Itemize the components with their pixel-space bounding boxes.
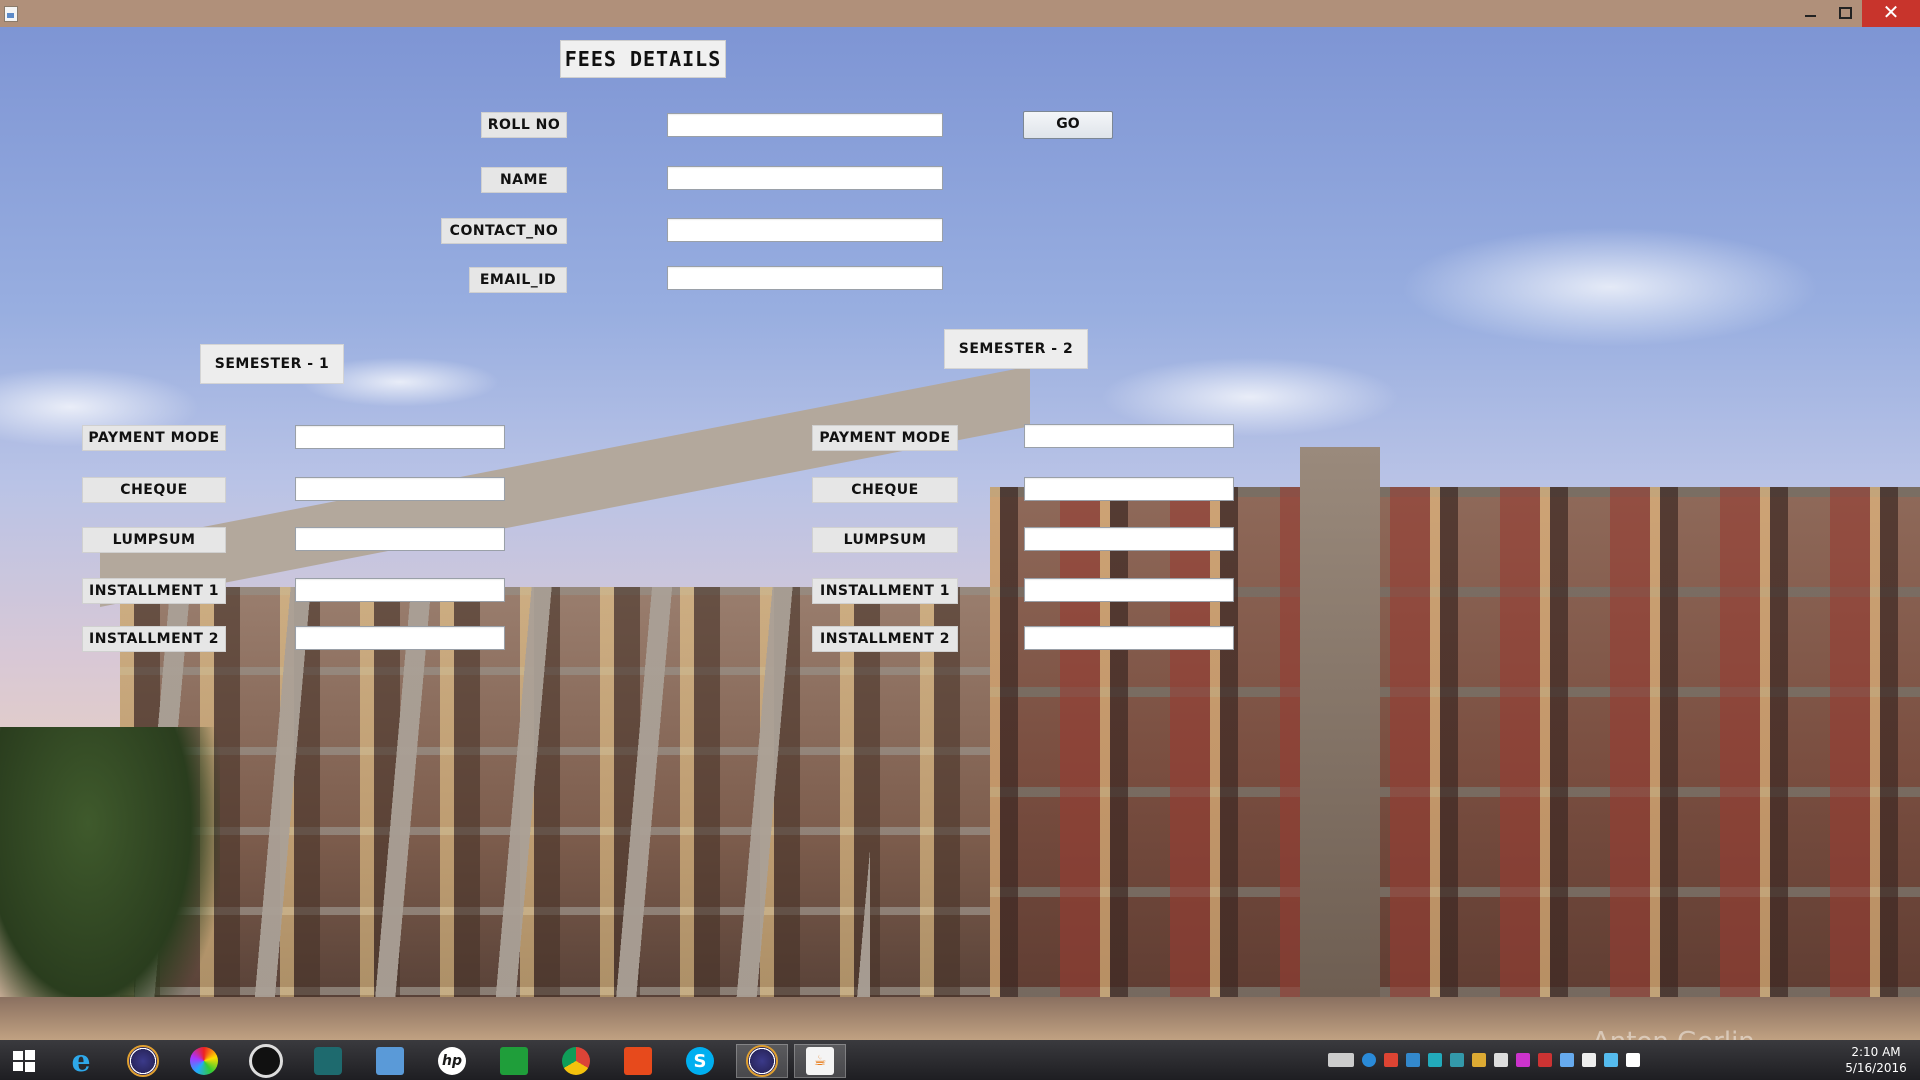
store-icon [500,1047,528,1075]
close-icon: ✕ [1882,0,1900,24]
tray-app-icon[interactable] [1384,1053,1398,1067]
building-pillars [110,587,870,1040]
network-icon[interactable] [1604,1053,1618,1067]
roll-no-label: ROLL NO [481,112,567,138]
taskbar-eclipse-2[interactable] [736,1044,788,1078]
taskbar-video[interactable] [302,1044,354,1078]
sem1-installment-2-label: INSTALLMENT 2 [82,626,226,652]
sem1-installment-1-input[interactable] [295,578,505,602]
taskbar-ie[interactable]: e [55,1043,107,1079]
sem1-installment-1-label: INSTALLMENT 1 [82,578,226,604]
window-title-bar: ✕ [0,0,1920,27]
sem2-cheque-input[interactable] [1024,477,1234,501]
sem1-installment-2-input[interactable] [295,626,505,650]
taskbar-hp[interactable]: hp [426,1044,478,1078]
video-camera-icon [314,1047,342,1075]
sem1-payment-mode-input[interactable] [295,425,505,449]
sem1-cheque-input[interactable] [295,477,505,501]
system-tray [1328,1046,1640,1074]
windows-start-icon [13,1050,35,1072]
chrome-icon [562,1047,590,1075]
taskbar-office[interactable] [612,1044,664,1078]
tray-app-icon[interactable] [1560,1053,1574,1067]
sem1-cheque-label: CHEQUE [82,477,226,503]
clock-date: 5/16/2016 [1845,1061,1907,1075]
tray-app-icon[interactable] [1406,1053,1420,1067]
sem2-installment-2-label: INSTALLMENT 2 [812,626,958,652]
taskbar-store[interactable] [488,1044,540,1078]
contact-no-label: CONTACT_NO [441,218,567,244]
eclipse-icon [746,1045,778,1077]
trees [0,727,220,1040]
taskbar-remote[interactable] [364,1044,416,1078]
sem2-installment-1-input[interactable] [1024,578,1234,602]
maximize-icon [1839,7,1852,19]
help-icon[interactable] [1362,1053,1376,1067]
java-app-icon [4,6,18,22]
remote-desktop-icon [376,1047,404,1075]
sem2-installment-1-label: INSTALLMENT 1 [812,578,958,604]
java-icon: ☕ [806,1047,834,1075]
email-id-input[interactable] [667,266,943,290]
taskbar-skype[interactable]: S [674,1044,726,1078]
background-image: Anton Gorlin [0,27,1920,1040]
minimize-button[interactable] [1794,0,1828,27]
hp-icon: hp [438,1047,466,1075]
taskbar-chrome[interactable] [550,1044,602,1078]
cloud-icon[interactable] [1494,1053,1508,1067]
name-label: NAME [481,167,567,193]
tray-app-icon[interactable] [1538,1053,1552,1067]
sem2-lumpsum-input[interactable] [1024,527,1234,551]
tray-app-icon[interactable] [1428,1053,1442,1067]
maximize-button[interactable] [1828,0,1862,27]
taskbar-java[interactable]: ☕ [794,1044,846,1078]
tray-app-icon[interactable] [1472,1053,1486,1067]
volume-icon[interactable] [1626,1053,1640,1067]
taskbar-colorwheel[interactable] [178,1044,230,1078]
minimize-icon [1805,15,1816,17]
building-main-wing [990,487,1920,1040]
sem1-lumpsum-label: LUMPSUM [82,527,226,553]
skype-icon: S [686,1047,714,1075]
taskbar-eclipse[interactable] [117,1044,169,1078]
cloud [1400,227,1820,347]
close-button[interactable]: ✕ [1862,0,1920,27]
camera-icon [249,1044,283,1078]
eclipse-icon [127,1045,159,1077]
color-wheel-icon [190,1047,218,1075]
email-id-label: EMAIL_ID [469,267,567,293]
taskbar-camera[interactable] [240,1044,292,1078]
tray-app-icon[interactable] [1450,1053,1464,1067]
start-button[interactable] [0,1044,48,1078]
building-tower [1300,447,1380,1040]
name-input[interactable] [667,166,943,190]
clock-time: 2:10 AM [1851,1045,1901,1059]
semester-2-heading: SEMESTER - 2 [944,329,1088,369]
flag-icon[interactable] [1582,1053,1596,1067]
sem1-payment-mode-label: PAYMENT MODE [82,425,226,451]
sem2-payment-mode-label: PAYMENT MODE [812,425,958,451]
sem2-payment-mode-input[interactable] [1024,424,1234,448]
page-title: FEES DETAILS [560,40,726,78]
internet-explorer-icon: e [71,1043,91,1079]
tray-app-icon[interactable] [1516,1053,1530,1067]
go-button[interactable]: GO [1023,111,1113,139]
semester-1-heading: SEMESTER - 1 [200,344,344,384]
office-icon [624,1047,652,1075]
sem1-lumpsum-input[interactable] [295,527,505,551]
sem2-lumpsum-label: LUMPSUM [812,527,958,553]
contact-no-input[interactable] [667,218,943,242]
sem2-installment-2-input[interactable] [1024,626,1234,650]
roll-no-input[interactable] [667,113,943,137]
keyboard-icon[interactable] [1328,1053,1354,1067]
taskbar-clock[interactable]: 2:10 AM 5/16/2016 [1840,1044,1912,1076]
watermark-text: Anton Gorlin [1592,1027,1755,1040]
sem2-cheque-label: CHEQUE [812,477,958,503]
